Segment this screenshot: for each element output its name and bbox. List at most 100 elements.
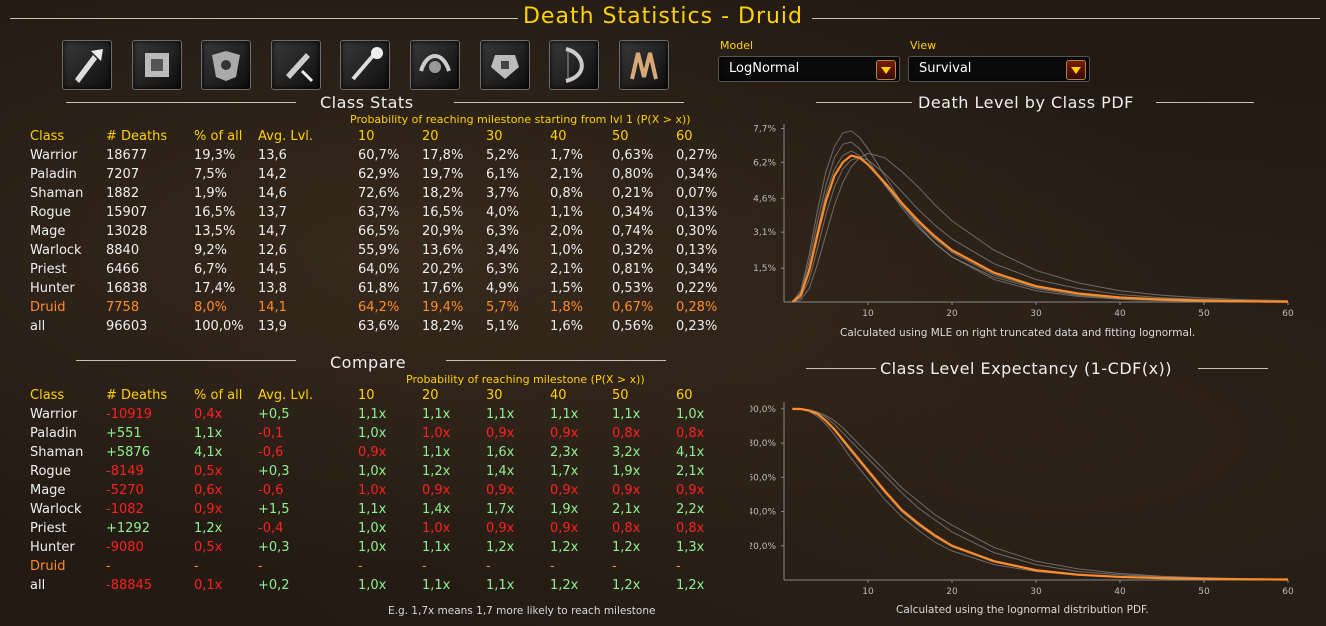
survival-x-tick-label: 40 <box>1114 587 1126 597</box>
compare-table-cell: -8149 <box>106 464 144 479</box>
compare-note: E.g. 1,7x means 1,7 more likely to reach… <box>388 605 656 617</box>
class-stats-rule-left <box>66 102 296 103</box>
stats-table-cell: 19,7% <box>422 167 464 182</box>
warlock-class-icon[interactable] <box>410 40 460 90</box>
stats-table-cell: 4,0% <box>486 205 520 220</box>
stats-table-cell: 0,21% <box>612 186 654 201</box>
warrior-class-icon[interactable] <box>62 40 112 90</box>
stats-table-cell: 6,1% <box>486 167 520 182</box>
compare-table-cell: 0,6x <box>194 483 223 498</box>
stats-table-cell: 0,81% <box>612 262 654 277</box>
model-dropdown[interactable]: LogNormal <box>718 56 900 82</box>
compare-table-cell: 1,4x <box>486 464 515 479</box>
view-value: Survival <box>919 61 972 76</box>
stats-table-cell: 0,8% <box>550 186 584 201</box>
view-dropdown[interactable]: Survival <box>908 56 1090 82</box>
compare-table-cell: 0,9x <box>422 483 451 498</box>
stats-row-class-label: Druid <box>30 300 66 315</box>
compare-table-cell: -1082 <box>106 502 144 517</box>
stats-table-cell: 60,7% <box>358 148 400 163</box>
stats-table-cell: 66,5% <box>358 224 400 239</box>
view-dropdown-arrow-icon[interactable] <box>1066 60 1086 80</box>
compare-table-cell: 1,7x <box>550 464 579 479</box>
stats-table-cell: 1,1% <box>550 205 584 220</box>
stats-table-cell: 0,13% <box>676 205 718 220</box>
druid-class-icon[interactable] <box>618 40 669 90</box>
compare-table-cell: 2,2x <box>676 502 705 517</box>
compare-table-cell: 1,0x <box>676 407 705 422</box>
stats-table-cell: 18,2% <box>422 319 464 334</box>
stats-table-cell: 12,6 <box>258 243 287 258</box>
survival-y-tick-label: 40,0% <box>750 508 776 518</box>
compare-row-class-label: Priest <box>30 521 67 536</box>
stats-table-cell: 6466 <box>106 262 140 277</box>
compare-table-cell: 1,2x <box>612 578 641 593</box>
stats-table-cell: 13,7 <box>258 205 287 220</box>
compare-table-cell: -10919 <box>106 407 153 422</box>
survival-x-tick-label: 30 <box>1030 587 1042 597</box>
compare-rule-right <box>446 360 666 361</box>
survival-chart: 20,0% 40,0% 60,0% 80,0% 100,0% 10 20 30 40 50 60 <box>750 402 1294 597</box>
compare-table-cell: -0,4 <box>258 521 284 536</box>
compare-table-cell: 0,9x <box>486 521 515 536</box>
compare-table-cell: 0,5x <box>194 464 223 479</box>
compare-table-cell: 2,3x <box>550 445 579 460</box>
compare-heading: Compare <box>330 353 407 372</box>
stats-header-cell: 60 <box>676 129 693 144</box>
stats-table-cell: 8,0% <box>194 300 228 315</box>
stats-table-cell: 17,8% <box>422 148 464 163</box>
stats-table-cell: 63,7% <box>358 205 400 220</box>
stats-table-cell: 17,6% <box>422 281 464 296</box>
model-dropdown-arrow-icon[interactable] <box>876 60 896 80</box>
compare-table-cell: 1,1x <box>422 445 451 460</box>
stats-table-cell: 0,30% <box>676 224 718 239</box>
stats-table-cell: 5,2% <box>486 148 520 163</box>
hunter-class-icon[interactable] <box>549 40 600 90</box>
stats-table-cell: 13,8 <box>258 281 287 296</box>
priest-class-icon[interactable] <box>479 40 530 90</box>
compare-table-cell: 0,9x <box>550 483 579 498</box>
pdf-y-tick-label: 4,6% <box>753 194 776 204</box>
compare-header-cell: Avg. Lvl. <box>258 388 314 403</box>
pdf-series-line-5 <box>792 152 1289 303</box>
mage-class-icon[interactable] <box>340 40 391 90</box>
compare-row-class-label: Hunter <box>30 540 75 555</box>
stats-table-cell: 3,7% <box>486 186 520 201</box>
view-label: View <box>910 39 937 52</box>
stats-table-cell: 0,27% <box>676 148 718 163</box>
compare-table-cell: 2,1x <box>612 502 641 517</box>
stats-table-cell: 0,22% <box>676 281 718 296</box>
stats-table-cell: 17,4% <box>194 281 236 296</box>
stats-row-class-label: all <box>30 319 46 334</box>
compare-table-cell: +0,3 <box>258 464 290 479</box>
stats-table-cell: 13,9 <box>258 319 287 334</box>
stats-row-class-label: Mage <box>30 224 66 239</box>
shaman-class-icon[interactable] <box>201 40 252 90</box>
compare-table-cell: +1,5 <box>258 502 290 517</box>
pdf-chart-note: Calculated using MLE on right truncated … <box>840 327 1196 339</box>
compare-header-cell: Class <box>30 388 65 403</box>
compare-table-cell: 3,2x <box>612 445 641 460</box>
stats-table-cell: 2,1% <box>550 262 584 277</box>
compare-table-cell: - <box>676 559 681 574</box>
stats-table-cell: 1,8% <box>550 300 584 315</box>
page-title: Death Statistics - Druid <box>522 4 804 29</box>
pdf-x-tick-label: 50 <box>1198 309 1210 319</box>
stats-table-cell: 0,63% <box>612 148 654 163</box>
compare-table-cell: 1,3x <box>676 540 705 555</box>
stats-table-cell: 0,34% <box>612 205 654 220</box>
compare-table-cell: 1,1x <box>550 407 579 422</box>
compare-table-cell: 1,1x <box>422 540 451 555</box>
compare-table-cell: 4,1x <box>194 445 223 460</box>
model-value: LogNormal <box>729 61 800 76</box>
stats-table-cell: 5,1% <box>486 319 520 334</box>
survival-x-tick-label: 50 <box>1198 587 1210 597</box>
stats-table-cell: 16,5% <box>422 205 464 220</box>
paladin-class-icon[interactable] <box>131 40 182 90</box>
stats-header-cell: % of all <box>194 129 243 144</box>
rogue-class-icon[interactable] <box>270 40 321 90</box>
pdf-series-line-2 <box>791 130 1289 303</box>
stats-table-cell: 4,9% <box>486 281 520 296</box>
stats-table-cell: 6,3% <box>486 224 520 239</box>
stats-table-cell: 7207 <box>106 167 140 182</box>
